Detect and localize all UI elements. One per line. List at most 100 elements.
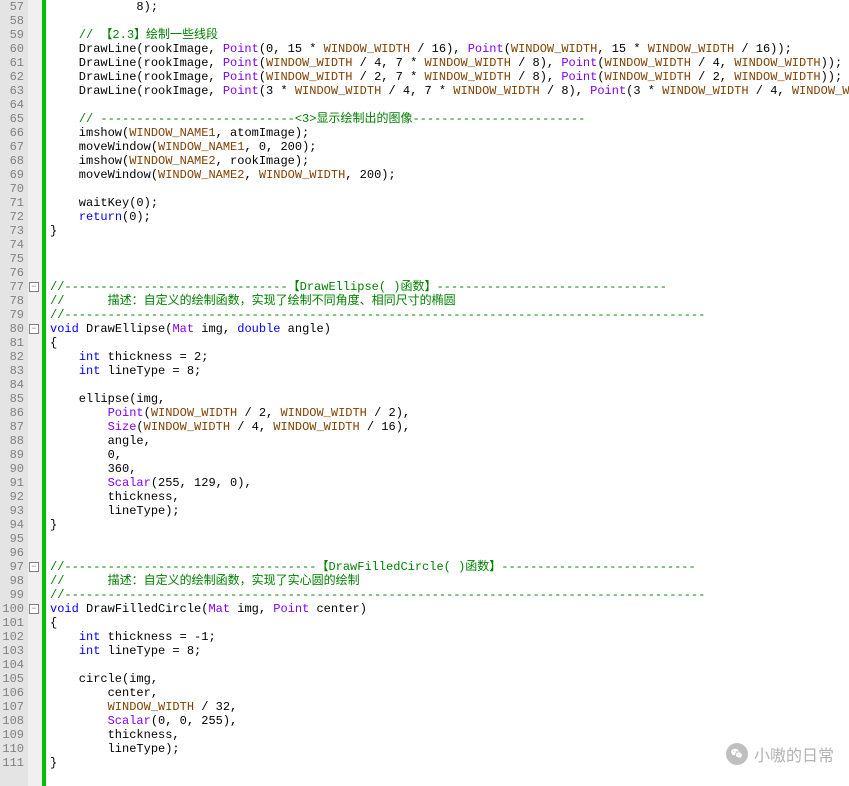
code-line[interactable]: // 【2.3】绘制一些线段: [50, 28, 849, 42]
fold-toggle[interactable]: −: [29, 604, 39, 614]
code-line[interactable]: // 描述：自定义的绘制函数，实现了绘制不同角度、相同尺寸的椭圆: [50, 294, 849, 308]
code-line[interactable]: [50, 14, 849, 28]
code-editor[interactable]: 5758596061626364656667686970717273747576…: [0, 0, 849, 786]
code-line[interactable]: int thickness = 2;: [50, 350, 849, 364]
code-line[interactable]: [50, 658, 849, 672]
line-number: 80: [0, 322, 24, 336]
code-line[interactable]: [50, 238, 849, 252]
line-number: 72: [0, 210, 24, 224]
code-line[interactable]: //-------------------------------【DrawEl…: [50, 280, 849, 294]
line-number: 87: [0, 420, 24, 434]
code-line[interactable]: moveWindow(WINDOW_NAME1, 0, 200);: [50, 140, 849, 154]
code-line[interactable]: angle,: [50, 434, 849, 448]
fold-toggle[interactable]: −: [29, 562, 39, 572]
line-number: 71: [0, 196, 24, 210]
code-line[interactable]: 8);: [50, 0, 849, 14]
code-line[interactable]: return(0);: [50, 210, 849, 224]
code-line[interactable]: {: [50, 616, 849, 630]
line-number: 78: [0, 294, 24, 308]
code-line[interactable]: Scalar(0, 0, 255),: [50, 714, 849, 728]
line-number: 104: [0, 658, 24, 672]
line-number: 65: [0, 112, 24, 126]
code-line[interactable]: [50, 378, 849, 392]
code-content[interactable]: 8); // 【2.3】绘制一些线段 DrawLine(rookImage, P…: [46, 0, 849, 786]
wechat-icon: [726, 743, 748, 765]
code-line[interactable]: thickness,: [50, 728, 849, 742]
code-line[interactable]: //--------------------------------------…: [50, 308, 849, 322]
code-line[interactable]: [50, 182, 849, 196]
line-number: 67: [0, 140, 24, 154]
code-line[interactable]: circle(img,: [50, 672, 849, 686]
line-number: 90: [0, 462, 24, 476]
code-line[interactable]: [50, 532, 849, 546]
code-line[interactable]: DrawLine(rookImage, Point(3 * WINDOW_WID…: [50, 84, 849, 98]
line-number: 73: [0, 224, 24, 238]
line-number: 99: [0, 588, 24, 602]
code-line[interactable]: //-----------------------------------【Dr…: [50, 560, 849, 574]
line-number: 69: [0, 168, 24, 182]
line-number: 110: [0, 742, 24, 756]
code-line[interactable]: imshow(WINDOW_NAME1, atomImage);: [50, 126, 849, 140]
code-line[interactable]: Size(WINDOW_WIDTH / 4, WINDOW_WIDTH / 16…: [50, 420, 849, 434]
line-number: 94: [0, 518, 24, 532]
code-line[interactable]: int lineType = 8;: [50, 364, 849, 378]
line-number: 63: [0, 84, 24, 98]
line-number: 66: [0, 126, 24, 140]
code-line[interactable]: [50, 266, 849, 280]
line-number: 84: [0, 378, 24, 392]
code-line[interactable]: void DrawFilledCircle(Mat img, Point cen…: [50, 602, 849, 616]
line-number: 79: [0, 308, 24, 322]
line-number: 88: [0, 434, 24, 448]
code-line[interactable]: [50, 98, 849, 112]
code-line[interactable]: Scalar(255, 129, 0),: [50, 476, 849, 490]
line-number: 61: [0, 56, 24, 70]
line-number: 62: [0, 70, 24, 84]
code-line[interactable]: DrawLine(rookImage, Point(WINDOW_WIDTH /…: [50, 56, 849, 70]
line-number: 86: [0, 406, 24, 420]
code-line[interactable]: void DrawEllipse(Mat img, double angle): [50, 322, 849, 336]
line-number: 64: [0, 98, 24, 112]
line-number: 74: [0, 238, 24, 252]
line-number: 103: [0, 644, 24, 658]
code-line[interactable]: 0,: [50, 448, 849, 462]
line-number: 111: [0, 756, 24, 770]
code-line[interactable]: DrawLine(rookImage, Point(WINDOW_WIDTH /…: [50, 70, 849, 84]
line-number: 93: [0, 504, 24, 518]
code-line[interactable]: }: [50, 224, 849, 238]
code-line[interactable]: WINDOW_WIDTH / 32,: [50, 700, 849, 714]
code-line[interactable]: // 描述：自定义的绘制函数，实现了实心圆的绘制: [50, 574, 849, 588]
line-number: 108: [0, 714, 24, 728]
line-number: 91: [0, 476, 24, 490]
fold-toggle[interactable]: −: [29, 282, 39, 292]
line-number: 85: [0, 392, 24, 406]
line-number-gutter: 5758596061626364656667686970717273747576…: [0, 0, 28, 786]
line-number: 81: [0, 336, 24, 350]
code-line[interactable]: // ---------------------------<3>显示绘制出的图…: [50, 112, 849, 126]
code-line[interactable]: //--------------------------------------…: [50, 588, 849, 602]
line-number: 59: [0, 28, 24, 42]
code-line[interactable]: imshow(WINDOW_NAME2, rookImage);: [50, 154, 849, 168]
line-number: 70: [0, 182, 24, 196]
code-line[interactable]: Point(WINDOW_WIDTH / 2, WINDOW_WIDTH / 2…: [50, 406, 849, 420]
code-line[interactable]: moveWindow(WINDOW_NAME2, WINDOW_WIDTH, 2…: [50, 168, 849, 182]
fold-toggle[interactable]: −: [29, 324, 39, 334]
code-line[interactable]: center,: [50, 686, 849, 700]
line-number: 109: [0, 728, 24, 742]
code-line[interactable]: }: [50, 518, 849, 532]
code-line[interactable]: int lineType = 8;: [50, 644, 849, 658]
code-line[interactable]: DrawLine(rookImage, Point(0, 15 * WINDOW…: [50, 42, 849, 56]
line-number: 105: [0, 672, 24, 686]
code-line[interactable]: [50, 546, 849, 560]
code-line[interactable]: ellipse(img,: [50, 392, 849, 406]
fold-column[interactable]: − − − −: [28, 0, 42, 786]
code-line[interactable]: int thickness = -1;: [50, 630, 849, 644]
code-line[interactable]: 360,: [50, 462, 849, 476]
line-number: 107: [0, 700, 24, 714]
code-line[interactable]: waitKey(0);: [50, 196, 849, 210]
code-line[interactable]: {: [50, 336, 849, 350]
code-line[interactable]: [50, 252, 849, 266]
line-number: 98: [0, 574, 24, 588]
code-line[interactable]: lineType);: [50, 504, 849, 518]
code-line[interactable]: thickness,: [50, 490, 849, 504]
line-number: 57: [0, 0, 24, 14]
